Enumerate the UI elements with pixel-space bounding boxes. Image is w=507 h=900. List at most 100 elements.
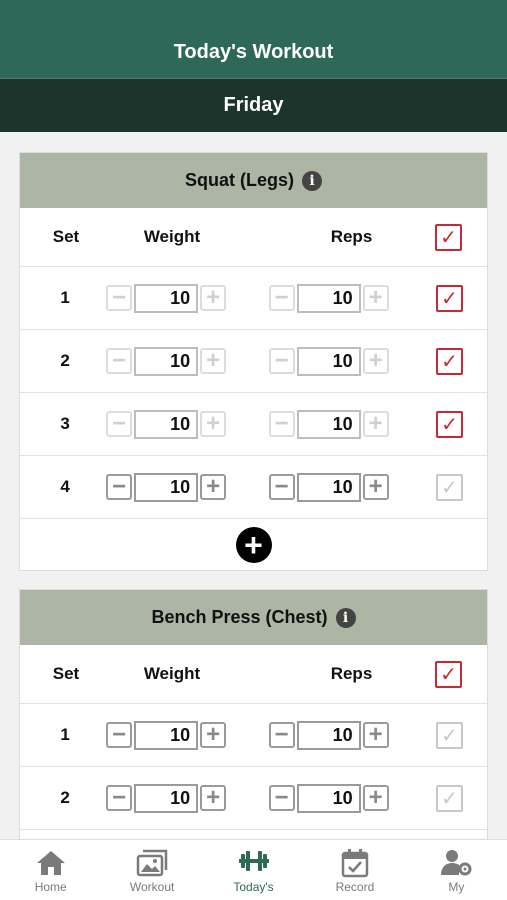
select-all-checkbox[interactable]: ✓ xyxy=(435,223,462,251)
reps-input[interactable]: 10 xyxy=(296,720,361,750)
reps-decrement-button[interactable]: − xyxy=(268,284,295,311)
weight-increment-button[interactable]: + xyxy=(200,348,227,374)
weight-input[interactable]: 10 xyxy=(134,409,199,439)
checkmark-icon: ✓ xyxy=(441,476,458,499)
set-row: 1 − 10 + − 10 + ✓ xyxy=(20,266,487,329)
weight-increment-button[interactable]: + xyxy=(200,474,227,500)
weight-input[interactable]: 10 xyxy=(134,720,199,750)
weight-stepper: − 10 + xyxy=(106,783,233,813)
reps-increment-button[interactable]: + xyxy=(362,784,389,811)
weight-input[interactable]: 10 xyxy=(134,783,199,813)
reps-increment-button[interactable]: + xyxy=(362,474,389,500)
set-row: 4 − 10 + − 10 + ✓ xyxy=(20,455,487,518)
home-icon xyxy=(36,851,65,875)
tab-home-label: Home xyxy=(34,880,67,894)
weight-stepper: − 10 + xyxy=(106,283,233,313)
checkmark-icon: ✓ xyxy=(441,287,458,310)
add-set-button[interactable]: + xyxy=(235,526,272,563)
workout-list[interactable]: Squat (Legs) i Set Weight Reps ✓ 1 − 10 … xyxy=(0,132,507,839)
tab-my[interactable]: My xyxy=(406,840,507,900)
dumbbell-icon xyxy=(238,851,269,871)
calendar-check-icon xyxy=(341,849,369,878)
minus-icon: − xyxy=(274,721,289,748)
set-done-checkbox[interactable]: ✓ xyxy=(436,784,464,812)
reps-input[interactable]: 10 xyxy=(296,783,361,813)
plus-icon: + xyxy=(206,284,221,311)
minus-icon: − xyxy=(112,347,127,374)
reps-input[interactable]: 10 xyxy=(296,346,361,376)
weight-decrement-button[interactable]: − xyxy=(106,347,133,374)
set-column-header: Set xyxy=(52,664,80,683)
weight-input[interactable]: 10 xyxy=(134,283,199,313)
tab-home[interactable]: Home xyxy=(0,840,101,900)
exercise-name: Squat (Legs) xyxy=(184,170,294,190)
weight-decrement-button[interactable]: − xyxy=(106,721,133,748)
select-all-checkbox[interactable]: ✓ xyxy=(435,660,462,688)
minus-icon: − xyxy=(274,347,289,374)
plus-icon: + xyxy=(368,410,383,437)
set-done-checkbox[interactable]: ✓ xyxy=(436,284,464,312)
weight-input[interactable]: 10 xyxy=(134,472,199,502)
weight-increment-button[interactable]: + xyxy=(200,784,227,811)
user-gear-icon xyxy=(441,850,472,876)
reps-stepper: − 10 + xyxy=(268,720,396,750)
reps-decrement-button[interactable]: − xyxy=(268,473,295,500)
reps-stepper: − 10 + xyxy=(268,346,396,376)
minus-icon: − xyxy=(112,284,127,311)
info-icon[interactable]: i xyxy=(302,170,322,191)
reps-increment-button[interactable]: + xyxy=(362,722,389,748)
tab-todays[interactable]: Today's xyxy=(203,840,304,900)
minus-icon: − xyxy=(112,721,127,748)
tab-todays-label: Today's xyxy=(233,880,274,894)
set-done-checkbox[interactable]: ✓ xyxy=(436,410,464,438)
weight-decrement-button[interactable]: − xyxy=(106,785,133,811)
plus-icon: + xyxy=(368,784,383,811)
reps-increment-button[interactable]: + xyxy=(362,410,389,437)
set-done-checkbox[interactable]: ✓ xyxy=(436,721,464,749)
weight-input[interactable]: 10 xyxy=(134,346,199,376)
weight-decrement-button[interactable]: − xyxy=(106,474,133,500)
reps-input[interactable]: 10 xyxy=(296,409,361,439)
weight-increment-button[interactable]: + xyxy=(200,410,227,437)
reps-decrement-button[interactable]: − xyxy=(268,721,295,748)
set-row: 3 − 10 + − 10 + ✓ xyxy=(20,392,487,455)
tab-workout[interactable]: Workout xyxy=(101,840,202,900)
reps-increment-button[interactable]: + xyxy=(362,348,389,374)
reps-increment-button[interactable]: + xyxy=(362,285,389,311)
add-set-row: + xyxy=(20,518,487,570)
set-done-checkbox[interactable]: ✓ xyxy=(436,473,464,501)
tab-my-label: My xyxy=(448,880,465,894)
app-header: Today's Workout xyxy=(0,0,507,78)
tab-record[interactable]: Record xyxy=(304,840,405,900)
set-row: 1 − 10 + − 10 + ✓ xyxy=(20,703,487,766)
reps-decrement-button[interactable]: − xyxy=(268,411,295,437)
reps-decrement-button[interactable]: − xyxy=(268,347,295,374)
reps-input[interactable]: 10 xyxy=(296,472,361,502)
set-column-header: Set xyxy=(52,227,80,246)
checkmark-icon: ✓ xyxy=(441,787,458,810)
weight-increment-button[interactable]: + xyxy=(200,722,227,748)
weight-column-header: Weight xyxy=(143,227,201,246)
day-label: Friday xyxy=(223,94,284,116)
column-header-row: Set Weight Reps ✓ xyxy=(20,208,487,266)
reps-decrement-button[interactable]: − xyxy=(268,785,295,811)
photos-icon xyxy=(136,849,168,877)
minus-icon: − xyxy=(274,473,289,500)
exercise-card: Bench Press (Chest) i Set Weight Reps ✓ … xyxy=(19,589,488,839)
checkmark-icon: ✓ xyxy=(440,226,457,249)
reps-input[interactable]: 10 xyxy=(296,283,361,313)
exercise-header: Bench Press (Chest) i xyxy=(20,590,487,645)
plus-icon: + xyxy=(206,784,221,811)
reps-column-header: Reps xyxy=(330,227,373,246)
bottom-tab-bar: Home Workout Today's Record My xyxy=(0,839,507,900)
weight-decrement-button[interactable]: − xyxy=(106,284,133,311)
plus-icon: + xyxy=(206,410,221,437)
info-icon[interactable]: i xyxy=(335,607,356,628)
weight-decrement-button[interactable]: − xyxy=(106,411,133,437)
set-number: 3 xyxy=(60,414,70,433)
checkmark-icon: ✓ xyxy=(440,663,457,686)
reps-stepper: − 10 + xyxy=(268,783,396,813)
weight-increment-button[interactable]: + xyxy=(200,284,227,311)
minus-icon: − xyxy=(274,284,289,311)
set-done-checkbox[interactable]: ✓ xyxy=(436,347,464,375)
